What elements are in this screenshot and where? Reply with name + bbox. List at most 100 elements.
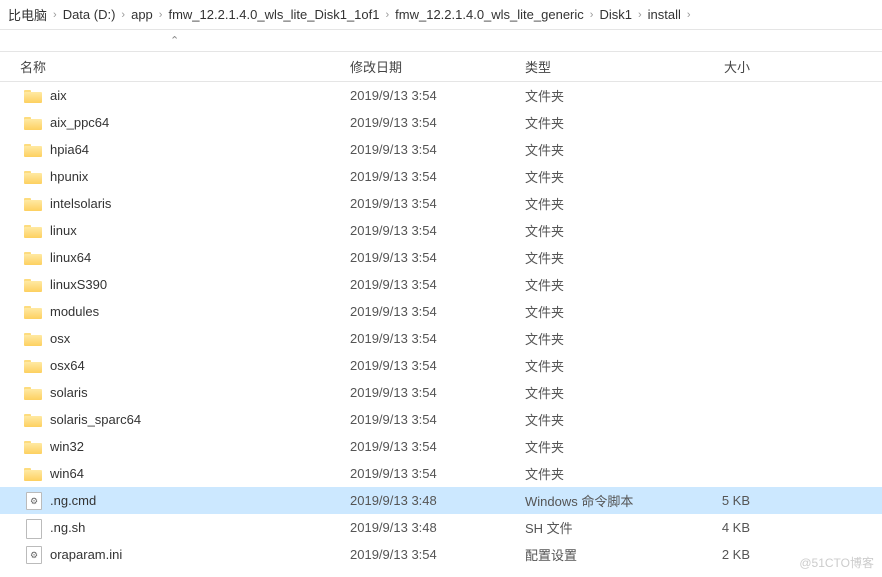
breadcrumb-item[interactable]: install [644, 7, 685, 22]
file-name-cell: osx [0, 331, 350, 346]
folder-icon [24, 412, 42, 427]
toolbar: ⌃ [0, 30, 882, 52]
file-name-cell: linux64 [0, 250, 350, 265]
file-name-cell: .ng.sh [0, 518, 350, 538]
file-date: 2019/9/13 3:54 [350, 115, 525, 130]
file-date: 2019/9/13 3:54 [350, 223, 525, 238]
file-name-cell: modules [0, 304, 350, 319]
file-row[interactable]: .ng.sh2019/9/13 3:48SH 文件4 KB [0, 514, 882, 541]
file-name: solaris_sparc64 [50, 412, 141, 427]
breadcrumb-item[interactable]: fmw_12.2.1.4.0_wls_lite_Disk1_1of1 [164, 7, 383, 22]
columns-header: 名称 修改日期 类型 大小 [0, 52, 882, 82]
file-row[interactable]: hpia642019/9/13 3:54文件夹 [0, 136, 882, 163]
file-date: 2019/9/13 3:54 [350, 142, 525, 157]
chevron-right-icon: › [383, 9, 391, 21]
sort-indicator-icon: ⌃ [170, 34, 179, 47]
file-type: 文件夹 [525, 356, 680, 375]
file-name-cell: hpia64 [0, 142, 350, 157]
file-row[interactable]: linux2019/9/13 3:54文件夹 [0, 217, 882, 244]
file-size: 2 KB [680, 547, 780, 562]
breadcrumb-item[interactable]: 比电脑 [4, 5, 51, 24]
file-date: 2019/9/13 3:54 [350, 412, 525, 427]
column-header-type[interactable]: 类型 [525, 57, 680, 76]
file-row[interactable]: hpunix2019/9/13 3:54文件夹 [0, 163, 882, 190]
file-row[interactable]: linux642019/9/13 3:54文件夹 [0, 244, 882, 271]
file-date: 2019/9/13 3:54 [350, 331, 525, 346]
file-name: .ng.sh [50, 520, 85, 535]
file-date: 2019/9/13 3:54 [350, 196, 525, 211]
file-type: 文件夹 [525, 383, 680, 402]
file-date: 2019/9/13 3:54 [350, 466, 525, 481]
chevron-right-icon: › [685, 9, 693, 21]
folder-icon [24, 331, 42, 346]
file-row[interactable]: .ng.cmd2019/9/13 3:48Windows 命令脚本5 KB [0, 487, 882, 514]
file-row[interactable]: aix_ppc642019/9/13 3:54文件夹 [0, 109, 882, 136]
file-list: aix2019/9/13 3:54文件夹aix_ppc642019/9/13 3… [0, 82, 882, 568]
file-name-cell: solaris [0, 385, 350, 400]
file-name-cell: solaris_sparc64 [0, 412, 350, 427]
breadcrumb-item[interactable]: Disk1 [595, 7, 636, 22]
folder-icon [24, 196, 42, 211]
folder-icon [24, 88, 42, 103]
file-date: 2019/9/13 3:54 [350, 439, 525, 454]
chevron-right-icon: › [51, 9, 59, 21]
file-type: 文件夹 [525, 221, 680, 240]
file-type: 文件夹 [525, 329, 680, 348]
file-name-cell: osx64 [0, 358, 350, 373]
breadcrumb-item[interactable]: Data (D:) [59, 7, 120, 22]
file-name: linux64 [50, 250, 91, 265]
file-row[interactable]: aix2019/9/13 3:54文件夹 [0, 82, 882, 109]
file-row[interactable]: win642019/9/13 3:54文件夹 [0, 460, 882, 487]
file-name: win32 [50, 439, 84, 454]
file-type: 文件夹 [525, 437, 680, 456]
file-date: 2019/9/13 3:54 [350, 250, 525, 265]
folder-icon [24, 466, 42, 481]
column-header-name[interactable]: 名称 [0, 57, 350, 76]
watermark: @51CTO博客 [799, 554, 874, 571]
folder-icon [24, 115, 42, 130]
file-date: 2019/9/13 3:48 [350, 520, 525, 535]
cmd-file-icon [24, 492, 42, 510]
chevron-right-icon: › [157, 9, 165, 21]
file-name-cell: oraparam.ini [0, 546, 350, 564]
file-name-cell: hpunix [0, 169, 350, 184]
folder-icon [24, 277, 42, 292]
file-name: oraparam.ini [50, 547, 122, 562]
file-type: 文件夹 [525, 140, 680, 159]
file-date: 2019/9/13 3:54 [350, 169, 525, 184]
file-date: 2019/9/13 3:54 [350, 547, 525, 562]
file-name: linuxS390 [50, 277, 107, 292]
file-size: 5 KB [680, 493, 780, 508]
file-date: 2019/9/13 3:54 [350, 385, 525, 400]
chevron-right-icon: › [588, 9, 596, 21]
file-type: 文件夹 [525, 86, 680, 105]
file-name-cell: intelsolaris [0, 196, 350, 211]
file-row[interactable]: osx642019/9/13 3:54文件夹 [0, 352, 882, 379]
folder-icon [24, 169, 42, 184]
file-type: 文件夹 [525, 113, 680, 132]
file-name-cell: linuxS390 [0, 277, 350, 292]
folder-icon [24, 304, 42, 319]
file-type: 文件夹 [525, 302, 680, 321]
column-header-date[interactable]: 修改日期 [350, 57, 525, 76]
file-date: 2019/9/13 3:54 [350, 358, 525, 373]
file-row[interactable]: modules2019/9/13 3:54文件夹 [0, 298, 882, 325]
file-row[interactable]: win32 2019/9/13 3:54文件夹 [0, 433, 882, 460]
column-header-size[interactable]: 大小 [680, 57, 780, 76]
file-row[interactable]: oraparam.ini2019/9/13 3:54配置设置2 KB [0, 541, 882, 568]
file-row[interactable]: intelsolaris2019/9/13 3:54文件夹 [0, 190, 882, 217]
file-name: hpunix [50, 169, 88, 184]
breadcrumb: 比电脑›Data (D:)›app›fmw_12.2.1.4.0_wls_lit… [0, 0, 882, 30]
file-name: modules [50, 304, 99, 319]
file-type: Windows 命令脚本 [525, 491, 680, 510]
chevron-right-icon: › [119, 9, 127, 21]
file-type: 文件夹 [525, 464, 680, 483]
file-date: 2019/9/13 3:48 [350, 493, 525, 508]
breadcrumb-item[interactable]: fmw_12.2.1.4.0_wls_lite_generic [391, 7, 588, 22]
file-row[interactable]: osx2019/9/13 3:54文件夹 [0, 325, 882, 352]
file-row[interactable]: solaris2019/9/13 3:54文件夹 [0, 379, 882, 406]
breadcrumb-item[interactable]: app [127, 7, 157, 22]
file-row[interactable]: solaris_sparc642019/9/13 3:54文件夹 [0, 406, 882, 433]
file-row[interactable]: linuxS3902019/9/13 3:54文件夹 [0, 271, 882, 298]
file-name-cell: aix_ppc64 [0, 115, 350, 130]
